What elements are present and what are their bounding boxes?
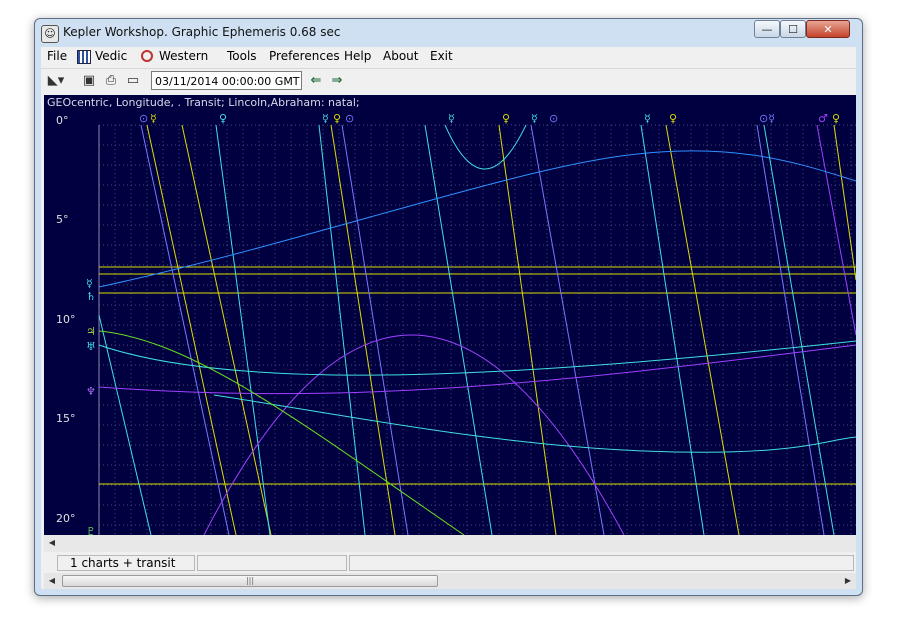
arrow-left-icon[interactable]: ⇐ — [307, 72, 325, 90]
y-axis-label: 0° — [56, 114, 69, 127]
planet-glyph-top: ☿ — [531, 112, 538, 125]
scroll-left-icon[interactable]: ◀ — [44, 573, 60, 589]
close-button[interactable]: ✕ — [806, 20, 850, 38]
toolbar: ◣▾ ▣ ⎙ ▭ 03/11/2014 00:00:00 GMT ⇐ ⇒ — [41, 68, 856, 95]
planet-glyph-left: ♃ — [86, 325, 96, 338]
planet-glyph-top: ⊙☿ — [759, 112, 775, 125]
client-area: File Vedic Western Tools Preferences Hel… — [41, 47, 856, 589]
transit-line — [833, 124, 856, 281]
scroll-right-icon[interactable]: ▶ — [840, 573, 856, 589]
ephemeris-chart[interactable]: GEOcentric, Longitude, . Transit; Lincol… — [44, 95, 856, 535]
transit-line — [318, 124, 366, 535]
menu-about[interactable]: About — [383, 49, 418, 63]
planet-glyph-left: ♅ — [86, 340, 96, 353]
mercury-retrograde-curve — [444, 124, 527, 170]
menu-bar: File Vedic Western Tools Preferences Hel… — [41, 47, 856, 67]
y-axis-label: 5° — [56, 213, 69, 226]
planet-glyph-top: ⊙ — [549, 112, 558, 125]
vedic-grid-icon — [77, 50, 91, 64]
window-title: Kepler Workshop. Graphic Ephemeris 0.68 … — [63, 25, 341, 39]
status-panel-2 — [197, 555, 347, 571]
menu-western[interactable]: Western — [159, 49, 208, 63]
planet-glyph-top: ♂ — [818, 112, 828, 125]
chart-header: GEOcentric, Longitude, . Transit; Lincol… — [47, 96, 360, 109]
planet-glyph-left: ♄ — [86, 290, 96, 303]
app-icon: ☺ — [41, 25, 59, 43]
planet-glyph-top: ⊙ — [345, 112, 354, 125]
transit-line — [763, 124, 835, 535]
maximize-button[interactable]: ☐ — [780, 20, 806, 38]
scroll-thumb[interactable]: ||| — [62, 575, 438, 587]
card-icon[interactable]: ▭ — [124, 72, 142, 90]
printer-icon[interactable]: ⎙ — [102, 72, 120, 90]
planet-glyph-top: ☿ — [644, 112, 651, 125]
planet-glyph-top: ♀ — [333, 112, 341, 125]
horizontal-scrollbar[interactable]: ◀ ||| ▶ — [44, 573, 856, 589]
transit-line — [816, 124, 856, 336]
chart-scrollbar[interactable]: ◀ — [44, 535, 856, 552]
planet-glyph-top: ♀ — [669, 112, 677, 125]
transit-line — [756, 124, 825, 535]
y-axis-label: 15° — [56, 412, 76, 425]
planet-glyph-top: ♀ — [832, 112, 840, 125]
planet-glyph-left: ♆ — [86, 385, 96, 398]
transit-line — [640, 124, 705, 535]
planet-glyph-top: ♀ — [502, 112, 510, 125]
planet-glyph-top: ☿ — [322, 112, 329, 125]
jupiter-curve — [98, 330, 465, 535]
transit-line — [140, 124, 230, 535]
menu-preferences[interactable]: Preferences — [269, 49, 340, 63]
planet-glyph-left: ♇ — [86, 525, 96, 535]
minimize-button[interactable]: — — [754, 20, 780, 38]
menu-exit[interactable]: Exit — [430, 49, 453, 63]
date-time-field[interactable]: 03/11/2014 00:00:00 GMT — [151, 71, 302, 90]
palette-icon[interactable]: ◣▾ — [45, 72, 67, 90]
western-wheel-icon — [141, 50, 153, 62]
planet-glyph-top: ♀ — [219, 112, 227, 125]
transit-line — [530, 124, 605, 535]
camera-icon[interactable]: ▣ — [80, 72, 98, 90]
planet-glyph-left: ☿ — [86, 277, 93, 290]
menu-vedic[interactable]: Vedic — [95, 49, 127, 63]
app-window: ☺ Kepler Workshop. Graphic Ephemeris 0.6… — [34, 18, 863, 596]
arrow-right-icon[interactable]: ⇒ — [328, 72, 346, 90]
transit-line — [665, 124, 740, 535]
transit-line — [330, 124, 396, 535]
y-axis-label: 10° — [56, 313, 76, 326]
menu-tools[interactable]: Tools — [227, 49, 257, 63]
menu-file[interactable]: File — [47, 49, 67, 63]
status-bar: 1 charts + transit — [41, 554, 856, 573]
transit-line — [146, 124, 237, 535]
planet-glyph-top: ☿ — [448, 112, 455, 125]
planet-glyph-top: ⊙ — [139, 112, 148, 125]
title-bar[interactable]: ☺ Kepler Workshop. Graphic Ephemeris 0.6… — [35, 19, 862, 47]
menu-help[interactable]: Help — [344, 49, 371, 63]
y-axis-label: 20° — [56, 512, 76, 525]
status-panel-3 — [349, 555, 854, 571]
scroll-left-arrow-icon[interactable]: ◀ — [44, 535, 60, 551]
status-chart-count: 1 charts + transit — [57, 555, 195, 571]
planet-glyph-top: ☿ — [150, 112, 157, 125]
